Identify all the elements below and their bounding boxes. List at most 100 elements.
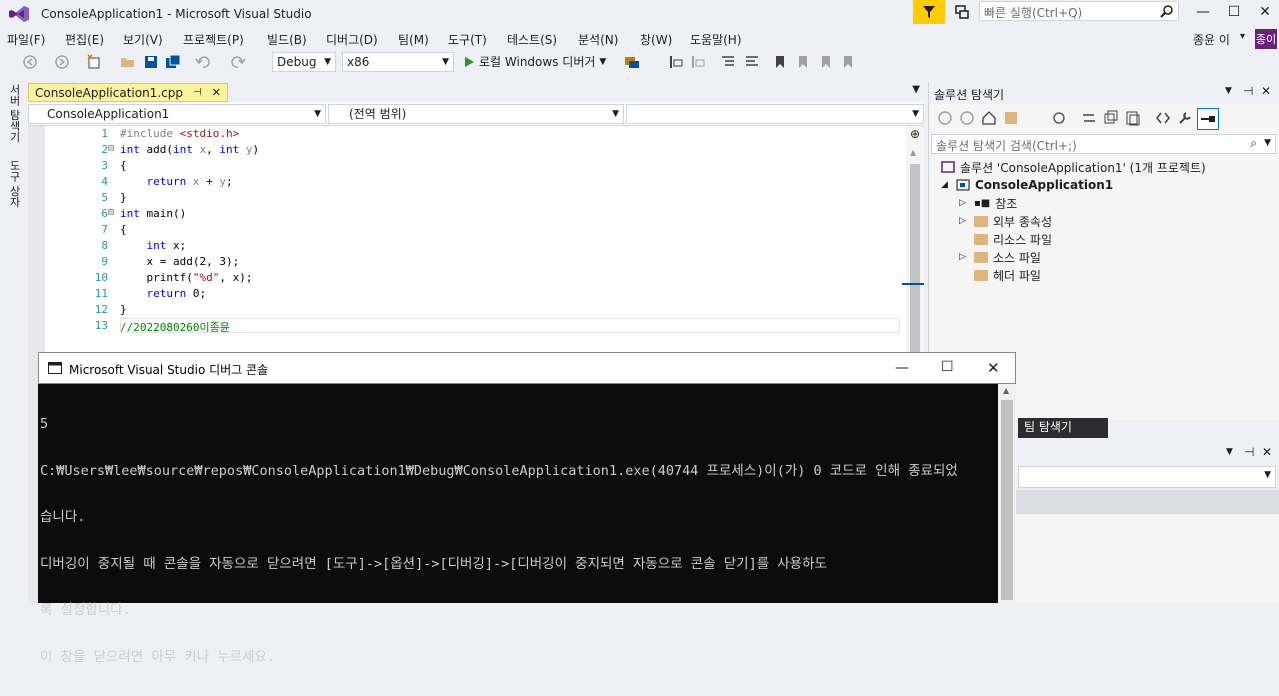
server-explorer-tab[interactable]: 서버 탐색기 <box>6 84 22 143</box>
clear-bookmarks-icon[interactable] <box>840 54 856 70</box>
collapsed-arrow-icon[interactable]: ▷ <box>959 252 969 262</box>
collapse-all-icon[interactable] <box>1103 110 1119 126</box>
code-line[interactable]: int main() <box>120 207 186 220</box>
properties-object-select[interactable]: ▼ <box>1018 466 1276 488</box>
close-icon[interactable]: ✕ <box>1261 84 1271 98</box>
menu-edit[interactable]: 편집(E) <box>65 31 104 48</box>
minimize-button[interactable]: — <box>1188 2 1218 22</box>
wrench-icon[interactable] <box>1177 110 1193 126</box>
toolbox-tab[interactable]: 도구 상자 <box>6 160 22 208</box>
code-line[interactable]: { <box>120 159 127 172</box>
tree-item-external-dependencies[interactable]: ▷ 외부 종속성 <box>959 212 1052 230</box>
comment-icon[interactable] <box>720 54 736 70</box>
pin-icon[interactable]: ⊣ <box>193 87 202 98</box>
show-all-files-icon[interactable] <box>1125 110 1141 126</box>
save-all-icon[interactable] <box>165 54 181 70</box>
menu-file[interactable]: 파일(F) <box>7 31 45 48</box>
scope-dropdown[interactable]: (전역 범위) ▼ <box>328 104 624 124</box>
tree-item-references[interactable]: ▷ ▪■ 참조 <box>959 194 1017 212</box>
code-icon[interactable] <box>1155 110 1171 126</box>
code-line[interactable]: return 0; <box>120 287 207 300</box>
project-dropdown[interactable]: ConsoleApplication1 ▼ <box>28 104 326 124</box>
code-line[interactable]: } <box>120 303 127 316</box>
tree-item-header-files[interactable]: 헤더 파일 <box>974 266 1041 284</box>
notification-filter-button[interactable] <box>913 0 945 24</box>
uncomment-icon[interactable] <box>744 54 760 70</box>
forward-icon[interactable] <box>54 54 70 70</box>
close-button[interactable]: ✕ <box>1250 2 1279 22</box>
open-file-icon[interactable] <box>120 54 136 70</box>
start-debugging-button[interactable]: 로컬 Windows 디버거 ▼ <box>463 53 606 70</box>
menu-tools[interactable]: 도구(T) <box>448 31 487 48</box>
previous-bookmark-icon[interactable] <box>795 54 811 70</box>
close-icon[interactable]: ✕ <box>212 86 221 99</box>
preview-selected-items-button[interactable] <box>1197 108 1219 130</box>
quick-launch-input[interactable]: 빠른 실행(Ctrl+Q) <box>979 1 1179 21</box>
collapse-region-icon[interactable]: ⊟ <box>108 143 114 154</box>
tree-item-resource-files[interactable]: 리소스 파일 <box>974 230 1052 248</box>
menu-build[interactable]: 빌드(B) <box>267 31 307 48</box>
expanded-arrow-icon[interactable]: ◢ <box>941 180 951 190</box>
browser-link-icon[interactable] <box>624 54 640 70</box>
menu-analyze[interactable]: 분석(N) <box>578 31 618 48</box>
menu-project[interactable]: 프로젝트(P) <box>183 31 244 48</box>
code-line[interactable]: } <box>120 191 127 204</box>
scrollbar-thumb[interactable] <box>910 164 920 354</box>
split-icon[interactable]: ⊕ <box>909 128 921 140</box>
code-line[interactable]: int x; <box>120 239 187 252</box>
save-icon[interactable] <box>143 54 159 70</box>
maximize-button[interactable]: ☐ <box>1219 2 1249 22</box>
feedback-icon[interactable] <box>953 3 971 21</box>
menu-test[interactable]: 테스트(S) <box>507 31 557 48</box>
chevron-down-icon[interactable]: ▼ <box>912 84 920 95</box>
home-icon[interactable] <box>981 110 997 126</box>
menu-window[interactable]: 창(W) <box>640 31 672 48</box>
collapsed-arrow-icon[interactable]: ▷ <box>959 198 969 208</box>
back-icon[interactable] <box>22 54 38 70</box>
close-icon[interactable]: ✕ <box>1262 445 1272 459</box>
chevron-down-icon[interactable]: ▼ <box>1226 447 1233 457</box>
code-line[interactable]: #include <stdio.h> <box>120 127 239 140</box>
solution-configuration-select[interactable]: Debug ▼ <box>272 52 336 72</box>
console-scrollbar[interactable]: ▲ <box>998 384 1016 603</box>
scrollbar-thumb[interactable] <box>1001 400 1013 600</box>
pin-icon[interactable]: ⊣ <box>1243 84 1253 98</box>
back-icon[interactable] <box>937 110 953 126</box>
debug-console-window[interactable]: Microsoft Visual Studio 디버그 콘솔 — ☐ ✕ 5 C… <box>38 352 1016 664</box>
pending-changes-filter-icon[interactable] <box>1051 110 1067 126</box>
user-name[interactable]: 종윤 이 <box>1193 31 1230 48</box>
solution-platform-select[interactable]: x86 ▼ <box>342 52 454 72</box>
menu-team[interactable]: 팀(M) <box>398 31 429 48</box>
document-tab[interactable]: ConsoleApplication1.cpp ⊣ ✕ <box>28 83 228 102</box>
collapsed-arrow-icon[interactable]: ▷ <box>959 216 969 226</box>
collapse-region-icon[interactable]: ⊟ <box>108 207 114 218</box>
code-line[interactable]: int add(int x, int y) <box>120 143 259 156</box>
console-maximize-button[interactable]: ☐ <box>941 359 954 375</box>
step-icon[interactable] <box>668 54 684 70</box>
scroll-up-icon[interactable]: ▲ <box>910 148 916 157</box>
undo-icon[interactable] <box>195 54 211 70</box>
menu-debug[interactable]: 디버그(D) <box>326 31 378 48</box>
avatar[interactable]: 종이 <box>1255 29 1277 49</box>
scroll-up-icon[interactable]: ▲ <box>1003 386 1009 395</box>
solution-search-input[interactable]: 솔루션 탐색기 검색(Ctrl+;) ⌕ ▼ <box>931 134 1276 154</box>
step-over-icon[interactable] <box>690 54 706 70</box>
pin-icon[interactable]: ⊣ <box>1244 445 1254 459</box>
new-project-icon[interactable] <box>86 54 102 70</box>
code-line[interactable]: printf("%d", x); <box>120 271 252 284</box>
console-close-button[interactable]: ✕ <box>987 359 1000 377</box>
forward-icon[interactable] <box>959 110 975 126</box>
team-explorer-tab[interactable]: 팀 탐색기 <box>1018 418 1108 438</box>
project-node[interactable]: ◢ ConsoleApplication1 <box>941 176 1113 194</box>
bookmark-icon[interactable] <box>772 54 788 70</box>
next-bookmark-icon[interactable] <box>818 54 834 70</box>
switch-views-icon[interactable] <box>1003 110 1019 126</box>
sync-icon[interactable] <box>1081 110 1097 126</box>
code-line[interactable]: x = add(2, 3); <box>120 255 239 268</box>
chevron-down-icon[interactable]: ▼ <box>1225 86 1232 96</box>
solution-root-node[interactable]: 솔루션 'ConsoleApplication1' (1개 프로젝트) <box>941 158 1206 176</box>
menu-view[interactable]: 보기(V) <box>123 31 163 48</box>
tree-item-source-files[interactable]: ▷ 소스 파일 <box>959 248 1041 266</box>
menu-help[interactable]: 도움말(H) <box>690 31 742 48</box>
chevron-down-icon[interactable]: ▾ <box>1240 31 1245 42</box>
